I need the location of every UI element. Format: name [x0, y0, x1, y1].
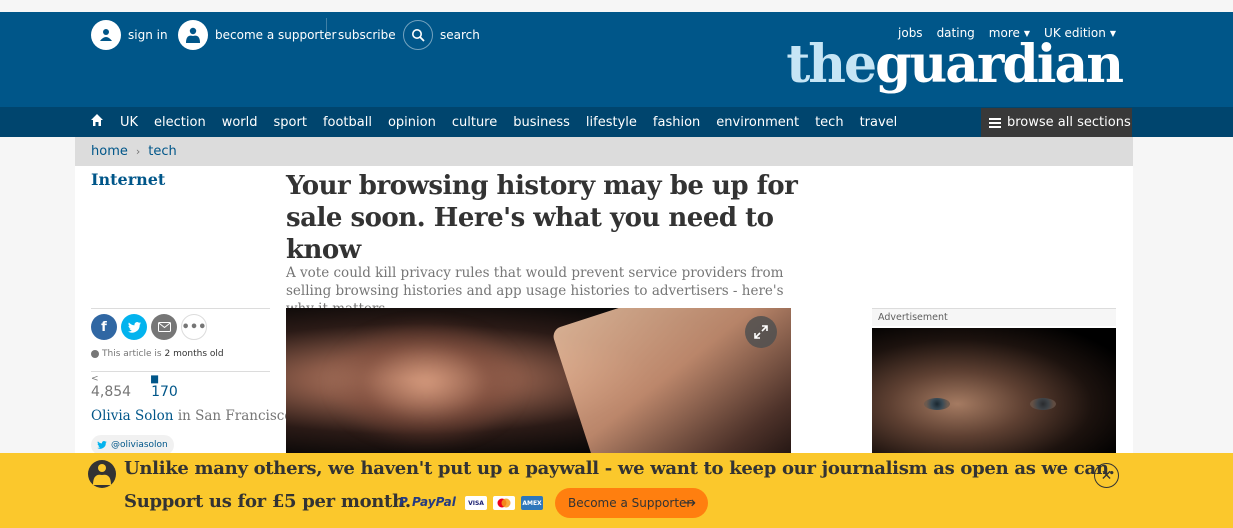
- share-count-value: 4,854: [91, 384, 132, 400]
- author-twitter-link[interactable]: @oliviasolon: [91, 435, 174, 455]
- become-supporter-label: become a supporter: [215, 28, 337, 42]
- home-icon[interactable]: [90, 113, 104, 131]
- advertisement-label: Advertisement: [872, 308, 1116, 326]
- nav-item-travel[interactable]: travel: [860, 115, 898, 130]
- chevron-right-icon: ›: [135, 145, 141, 158]
- close-banner-icon[interactable]: ✕: [1094, 463, 1119, 488]
- nav-item-business[interactable]: business: [513, 115, 570, 130]
- breadcrumb: home › tech: [75, 137, 1133, 166]
- nav-item-lifestyle[interactable]: lifestyle: [586, 115, 637, 130]
- visa-card-icon: VISA: [465, 496, 487, 510]
- share-count: < 4,854: [91, 374, 131, 400]
- expand-image-icon[interactable]: [745, 316, 777, 348]
- logo-guardian: guardian: [875, 34, 1124, 95]
- search-link[interactable]: search: [403, 20, 480, 50]
- article-content: Internet Your browsing history may be up…: [75, 166, 1133, 466]
- become-supporter-button[interactable]: Become a Supporter →: [555, 488, 708, 518]
- paypal-logo: P PayPal: [399, 495, 456, 509]
- ad-eye-left: [924, 398, 950, 410]
- logo-the: the: [786, 34, 877, 95]
- divider: [91, 371, 270, 372]
- article-main-image: [286, 308, 791, 466]
- browse-all-label: browse all sections: [1007, 115, 1131, 130]
- search-label: search: [440, 28, 480, 42]
- more-share-icon[interactable]: •••: [181, 314, 207, 340]
- nav-item-uk[interactable]: UK: [120, 115, 138, 130]
- divider: [91, 308, 270, 309]
- breadcrumb-home[interactable]: home: [91, 144, 128, 159]
- top-strip: [0, 0, 1233, 12]
- nav-item-opinion[interactable]: opinion: [388, 115, 436, 130]
- breadcrumb-section[interactable]: tech: [148, 144, 176, 159]
- become-supporter-link[interactable]: become a supporter: [178, 20, 336, 50]
- support-banner: Unlike many others, we haven't put up a …: [0, 453, 1233, 528]
- byline-location: in San Francisco: [177, 408, 293, 424]
- nav-item-culture[interactable]: culture: [452, 115, 497, 130]
- guardian-roundel-icon: [88, 460, 116, 488]
- byline: Olivia Solon in San Francisco: [91, 408, 292, 424]
- share-buttons: f •••: [91, 314, 207, 340]
- clock-icon: [91, 350, 99, 358]
- advertisement-image[interactable]: [872, 328, 1116, 466]
- guardian-logo[interactable]: theguardian: [786, 34, 1124, 96]
- guardian-roundel-icon: [178, 20, 208, 50]
- email-share-icon[interactable]: [151, 314, 177, 340]
- comment-icon: ▆: [151, 374, 159, 384]
- subscribe-link[interactable]: subscribe: [338, 20, 396, 50]
- menu-icon: [989, 116, 1001, 130]
- nav-item-fashion[interactable]: fashion: [653, 115, 700, 130]
- twitter-share-icon[interactable]: [121, 314, 147, 340]
- mastercard-icon: [493, 496, 515, 510]
- nav-item-football[interactable]: football: [323, 115, 372, 130]
- sign-in-label: sign in: [128, 28, 168, 42]
- cta-label: Become a Supporter: [568, 496, 692, 510]
- header-divider: [326, 18, 327, 40]
- search-icon: [403, 20, 433, 50]
- nav-item-environment[interactable]: environment: [716, 115, 799, 130]
- paypal-icon: P: [399, 495, 412, 509]
- nav-items: UK election world sport football opinion cultu…: [90, 107, 897, 137]
- paypal-label: PayPal: [411, 495, 456, 509]
- section-nav: UK election world sport football opinion cultu…: [0, 107, 1233, 137]
- image-hand: [326, 318, 526, 448]
- comment-count-value: 170: [151, 384, 178, 400]
- arrow-right-icon: →: [682, 493, 696, 512]
- nav-item-tech[interactable]: tech: [815, 115, 843, 130]
- age-prefix: This article is: [102, 349, 162, 359]
- nav-item-election[interactable]: election: [154, 115, 206, 130]
- user-icon: [91, 20, 121, 50]
- author-link[interactable]: Olivia Solon: [91, 408, 174, 424]
- facebook-share-icon[interactable]: f: [91, 314, 117, 340]
- nav-item-world[interactable]: world: [222, 115, 258, 130]
- article-headline: Your browsing history may be up for sale…: [286, 171, 798, 265]
- banner-offer: Support us for £5 per month.: [124, 491, 411, 512]
- article-age: This article is 2 months old: [91, 349, 224, 359]
- banner-message: Unlike many others, we haven't put up a …: [124, 458, 1115, 479]
- sign-in-link[interactable]: sign in: [91, 20, 168, 50]
- nav-item-sport[interactable]: sport: [274, 115, 307, 130]
- ad-eye-right: [1030, 398, 1056, 410]
- twitter-handle: @oliviasolon: [111, 440, 168, 450]
- section-label[interactable]: Internet: [91, 170, 165, 189]
- amex-card-icon: AMEX: [521, 496, 543, 510]
- site-header: sign in become a supporter subscribe sea…: [0, 12, 1233, 107]
- browse-all-sections-button[interactable]: browse all sections: [981, 108, 1132, 137]
- comment-count[interactable]: ▆ 170: [151, 374, 178, 400]
- twitter-icon: [97, 441, 107, 449]
- share-icon: <: [91, 374, 99, 384]
- article-counts: < 4,854 ▆ 170: [91, 374, 178, 400]
- subscribe-label: subscribe: [338, 28, 396, 42]
- age-value: 2 months old: [164, 349, 224, 359]
